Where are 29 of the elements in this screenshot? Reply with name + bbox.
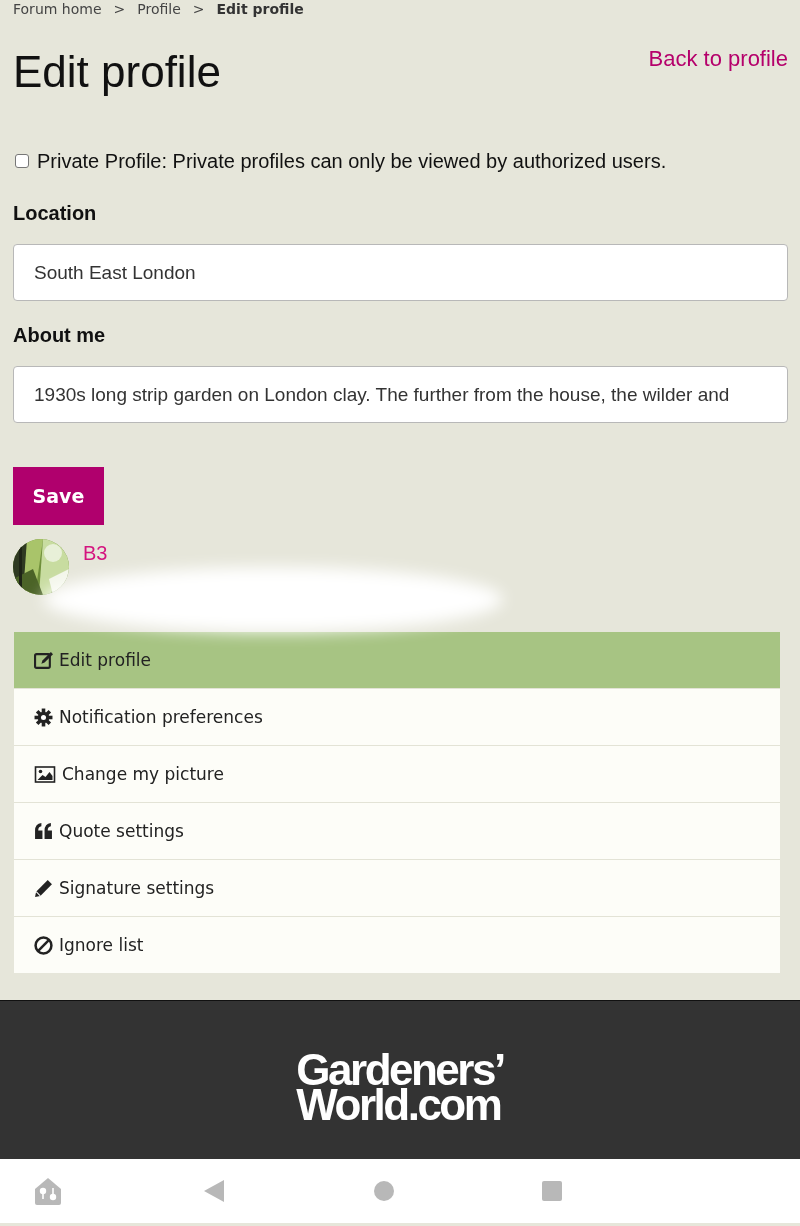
back-link[interactable]: Back to profile <box>648 45 788 73</box>
menu-item[interactable]: Ignore list <box>14 916 780 973</box>
home-icon[interactable] <box>34 1177 62 1205</box>
breadcrumb-link[interactable]: Edit profile <box>216 0 304 18</box>
breadcrumb-link[interactable]: Forum home <box>13 0 102 18</box>
edit-icon <box>34 650 53 670</box>
pencil-icon <box>34 878 53 898</box>
input-field[interactable]: 1930s long strip garden on London clay. The further from the house, the wilder and <box>13 366 788 423</box>
checkbox[interactable] <box>15 154 29 168</box>
save-button[interactable]: Save <box>13 467 104 525</box>
field-label: About me <box>13 323 107 348</box>
checkbox-label: Private Profile: Private profiles can only be viewed by authorized users. <box>37 149 667 173</box>
breadcrumb-separator: > <box>192 0 205 18</box>
settings-icon <box>34 707 53 727</box>
breadcrumb-separator: > <box>113 0 126 18</box>
user-name[interactable]: B3 <box>83 542 108 564</box>
menu-item[interactable]: Edit profile <box>14 632 780 688</box>
quote-icon <box>34 821 53 841</box>
menu-item[interactable]: Quote settings <box>14 802 780 859</box>
field-label: Location <box>13 201 98 226</box>
menu-item[interactable]: Change my picture <box>14 745 780 802</box>
image-icon <box>34 764 56 784</box>
menu-item[interactable]: Signature settings <box>14 859 780 916</box>
input-field[interactable]: South East London <box>13 244 788 301</box>
prohibited-icon <box>34 935 53 955</box>
menu-item[interactable]: Notification preferences <box>14 688 780 745</box>
site-logo[interactable]: Gardeners’ World.com <box>296 1052 504 1122</box>
page-title: Edit profile <box>13 46 221 98</box>
breadcrumb-link[interactable]: Profile <box>137 0 181 18</box>
